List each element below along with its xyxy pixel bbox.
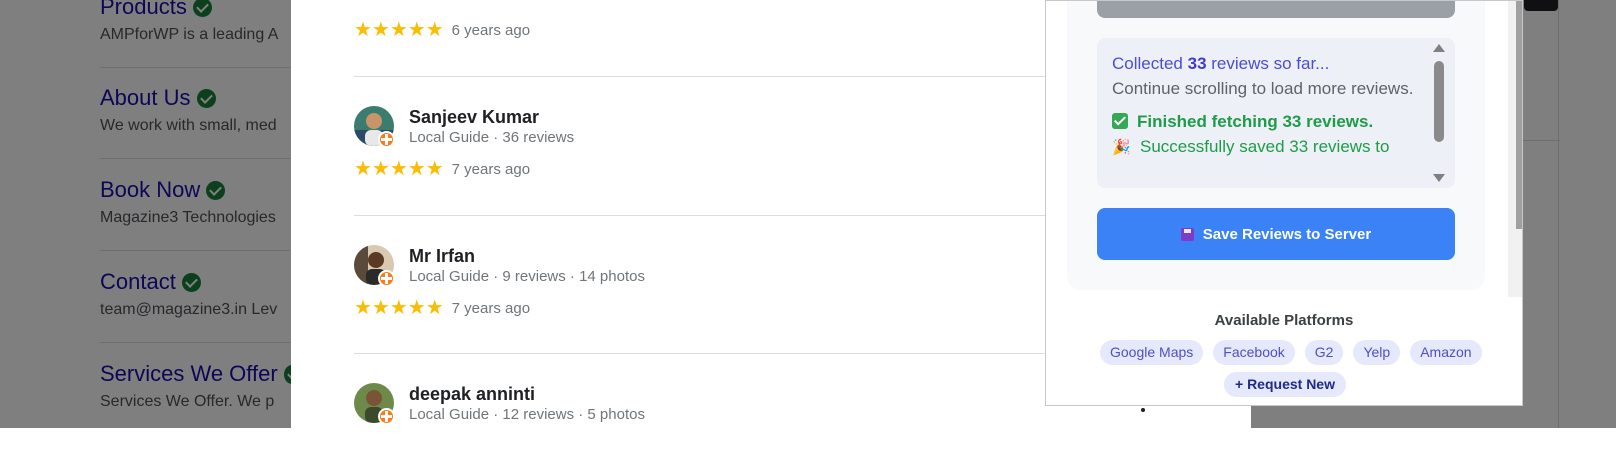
collected-prefix: Collected (1112, 54, 1188, 73)
log-scrollbar-thumb[interactable] (1434, 61, 1444, 142)
scraper-card: Collected 33 reviews so far... Continue … (1067, 1, 1485, 290)
saved-status: 🎉 Successfully saved 33 reviews to (1112, 134, 1432, 160)
platform-chip-g2[interactable]: G2 (1304, 340, 1344, 365)
star-rating: ★★★★★ (354, 19, 444, 41)
request-new-platform-button[interactable]: + Request New (1224, 372, 1346, 397)
review-item: deepak anninti Local Guide · 12 reviews … (354, 383, 954, 473)
scroll-down-arrow-icon[interactable] (1433, 174, 1445, 182)
review-rating-row: ★★★★★ 6 years ago (354, 20, 530, 40)
status-log: Collected 33 reviews so far... Continue … (1097, 38, 1455, 188)
star-rating: ★★★★★ (354, 297, 444, 319)
reviewer-name[interactable]: deepak anninti (409, 384, 535, 405)
scroll-up-arrow-icon[interactable] (1433, 44, 1445, 52)
progress-bar (1097, 1, 1455, 18)
review-time: 6 years ago (451, 21, 531, 39)
reviewer-meta[interactable]: Local Guide · 36 reviews (409, 129, 574, 146)
platform-chip-yelp[interactable]: Yelp (1353, 340, 1401, 365)
review-item: Sanjeev Kumar Local Guide · 36 reviews ★… (354, 106, 954, 196)
local-guide-badge-icon (378, 408, 395, 425)
platform-chips: Google Maps Facebook G2 Yelp Amazon (1100, 340, 1482, 365)
floppy-disk-icon (1180, 227, 1194, 241)
review-rating-row: ★★★★★ 7 years ago (354, 159, 530, 179)
review-time: 7 years ago (451, 299, 531, 317)
platform-chip-google-maps[interactable]: Google Maps (1100, 340, 1204, 365)
reviewer-name[interactable]: Mr Irfan (409, 246, 475, 267)
platform-chip-amazon[interactable]: Amazon (1410, 340, 1482, 365)
more-options-icon[interactable] (1141, 408, 1145, 412)
save-reviews-label: Save Reviews to Server (1202, 225, 1372, 243)
reviewer-meta[interactable]: Local Guide · 12 reviews · 5 photos (409, 406, 645, 423)
platforms-title: Available Platforms (1214, 312, 1354, 329)
collected-status: Collected 33 reviews so far... (1112, 51, 1432, 76)
review-item: Mr Irfan Local Guide · 9 reviews · 14 ph… (354, 245, 954, 335)
finished-status: Finished fetching 33 reviews. (1112, 109, 1432, 134)
party-popper-icon: 🎉 (1112, 139, 1131, 156)
continue-status: Continue scrolling to load more reviews. (1112, 79, 1414, 98)
reviewer-meta[interactable]: Local Guide · 9 reviews · 14 photos (409, 268, 645, 285)
saved-text: Successfully saved 33 reviews to (1140, 137, 1390, 156)
check-mark-icon (1112, 113, 1128, 129)
local-guide-badge-icon (378, 270, 395, 287)
finished-text: Finished fetching 33 reviews. (1137, 112, 1374, 131)
star-rating: ★★★★★ (354, 158, 444, 180)
platform-chip-facebook[interactable]: Facebook (1213, 340, 1295, 365)
review-rating-row: ★★★★★ 7 years ago (354, 298, 530, 318)
reviewer-name[interactable]: Sanjeev Kumar (409, 107, 539, 128)
extension-popup: Collected 33 reviews so far... Continue … (1045, 0, 1523, 406)
save-reviews-button[interactable]: Save Reviews to Server (1097, 208, 1455, 260)
review-time: 7 years ago (451, 160, 531, 178)
local-guide-badge-icon (378, 131, 395, 148)
collected-count: 33 (1187, 54, 1207, 73)
popup-scrollbar-thumb[interactable] (1516, 1, 1522, 229)
collected-suffix: reviews so far... (1206, 54, 1330, 73)
